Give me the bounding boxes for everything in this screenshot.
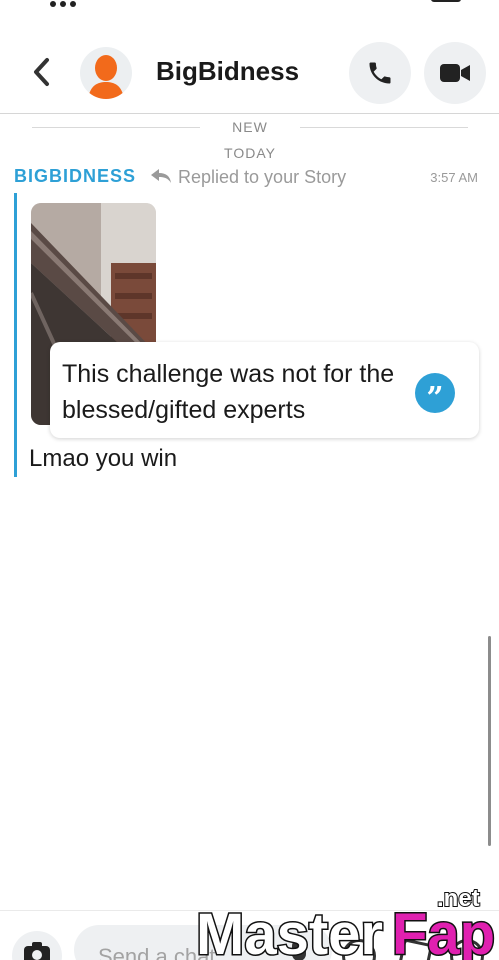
avatar[interactable]	[80, 47, 132, 99]
new-messages-divider: NEW	[0, 118, 499, 138]
sender-name: BIGBIDNESS	[14, 166, 137, 186]
svg-text:Master: Master	[196, 902, 383, 960]
reply-arrow-icon	[151, 169, 171, 183]
back-button[interactable]	[24, 52, 58, 92]
story-caption: This challenge was not for the blessed/g…	[62, 360, 395, 424]
battery-icon	[431, 0, 461, 2]
reply-label: Replied to your Story	[178, 167, 347, 187]
message-time: 3:57 AM	[430, 170, 478, 185]
camera-button[interactable]	[12, 931, 62, 960]
status-dots	[50, 0, 110, 7]
message-text: Lmao you win	[29, 445, 178, 472]
call-button[interactable]	[349, 42, 411, 104]
chat-title[interactable]: BigBidness	[156, 56, 299, 87]
scrollbar[interactable]	[488, 636, 491, 846]
day-label: TODAY	[224, 145, 276, 161]
divider-line	[32, 127, 200, 128]
bitmoji-silhouette-icon	[88, 55, 124, 99]
message-accent-bar	[14, 193, 17, 477]
quote-icon: ”	[415, 373, 455, 414]
status-indicators	[365, 0, 465, 6]
status-bar	[0, 0, 499, 10]
message-header: BIGBIDNESS Replied to your Story 3:57 AM	[14, 165, 484, 189]
signal-icon	[365, 0, 387, 4]
video-camera-icon	[440, 64, 470, 82]
chat-header: BigBidness	[0, 38, 499, 114]
svg-text:.net: .net	[437, 885, 480, 912]
watermark-logo: Master Fap .net	[196, 884, 497, 960]
camera-icon	[24, 942, 50, 960]
new-label: NEW	[232, 119, 268, 135]
chevron-left-icon	[34, 58, 49, 86]
divider-line	[300, 127, 468, 128]
video-call-button[interactable]	[424, 42, 486, 104]
story-reply-card[interactable]: This challenge was not for the blessed/g…	[50, 342, 479, 438]
phone-icon	[369, 62, 391, 84]
